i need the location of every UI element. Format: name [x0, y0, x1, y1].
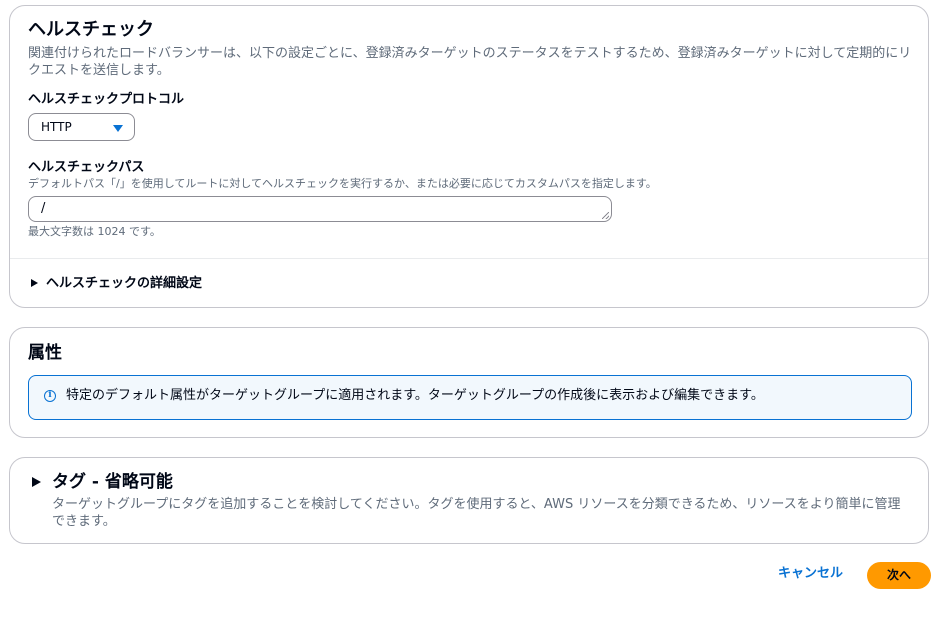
caret-right-icon — [31, 279, 38, 287]
info-icon: i — [44, 390, 56, 402]
protocol-select-value: HTTP — [41, 120, 72, 134]
tags-panel: タグ - 省略可能 ターゲットグループにタグを追加することを検討してください。タ… — [9, 457, 929, 544]
tags-description: ターゲットグループにタグを追加することを検討してください。タグを使用すると、AW… — [52, 497, 901, 529]
path-label: ヘルスチェックパス — [28, 160, 145, 175]
info-alert: i 特定のデフォルト属性がターゲットグループに適用されます。ターゲットグループの… — [28, 375, 912, 420]
path-input-value: / — [41, 201, 46, 216]
protocol-label: ヘルスチェックプロトコル — [28, 92, 185, 107]
cancel-button[interactable]: キャンセル — [778, 566, 843, 582]
protocol-select[interactable]: HTTP — [28, 113, 135, 141]
tags-expand-toggle[interactable]: タグ - 省略可能 — [28, 470, 228, 494]
health-check-title: ヘルスチェック — [28, 19, 154, 40]
caret-down-icon — [113, 125, 123, 132]
attributes-panel: 属性 i 特定のデフォルト属性がターゲットグループに適用されます。ターゲットグル… — [9, 327, 929, 438]
advanced-settings-toggle[interactable]: ヘルスチェックの詳細設定 — [28, 274, 248, 294]
health-check-panel: ヘルスチェック 関連付けられたロードバランサーは、以下の設定ごとに、登録済みター… — [9, 5, 929, 308]
path-constraint: 最大文字数は 1024 です。 — [28, 225, 161, 238]
caret-right-icon — [32, 477, 41, 487]
divider — [10, 258, 928, 259]
tags-title: タグ - 省略可能 — [52, 472, 173, 492]
path-hint: デフォルトパス「/」を使用してルートに対してヘルスチェックを実行するか、または必… — [28, 177, 657, 190]
next-button[interactable]: 次へ — [867, 562, 931, 589]
resize-handle-icon[interactable] — [602, 212, 609, 219]
attributes-title: 属性 — [28, 343, 62, 363]
advanced-settings-label: ヘルスチェックの詳細設定 — [46, 276, 203, 291]
health-check-description: 関連付けられたロードバランサーは、以下の設定ごとに、登録済みターゲットのステータ… — [28, 46, 912, 78]
health-check-path-input[interactable]: / — [28, 196, 612, 222]
info-alert-text: 特定のデフォルト属性がターゲットグループに適用されます。ターゲットグループの作成… — [66, 388, 764, 403]
